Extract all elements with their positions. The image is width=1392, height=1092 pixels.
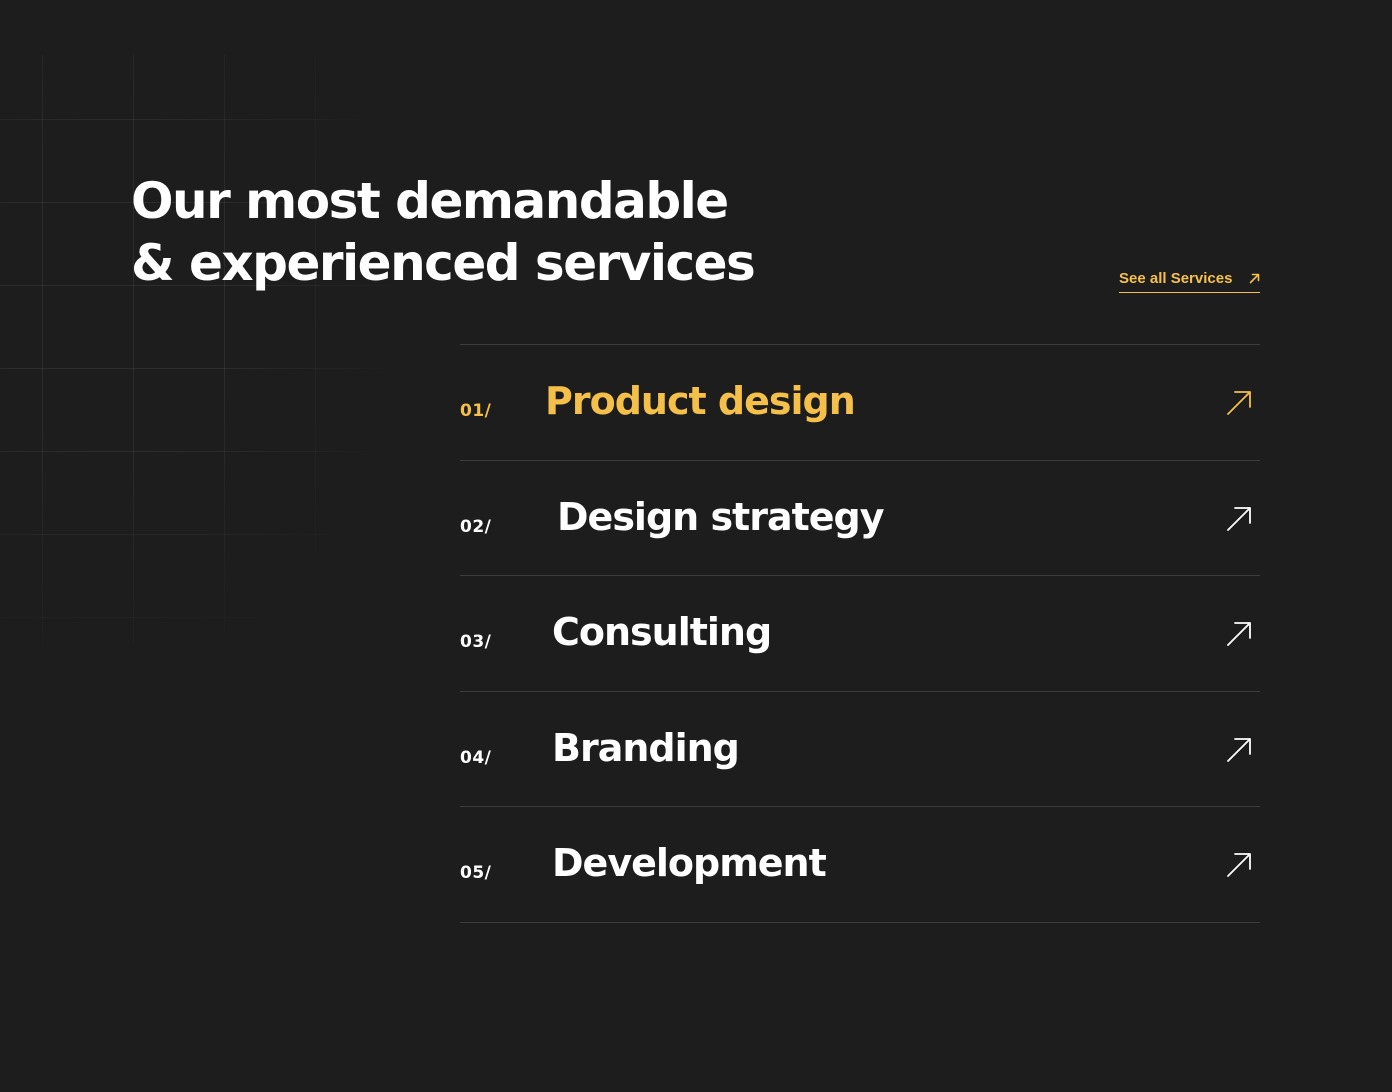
see-all-services-link[interactable]: See all Services	[1119, 270, 1260, 293]
service-title: Branding	[552, 725, 740, 770]
service-item-product-design[interactable]: 01/ Product design	[460, 345, 1260, 461]
arrow-up-right-icon[interactable]	[1226, 506, 1252, 532]
section-heading: Our most demandable & experienced servic…	[131, 170, 891, 294]
service-title: Development	[552, 841, 827, 886]
service-number: 04/	[460, 747, 492, 768]
arrow-up-right-icon[interactable]	[1226, 621, 1252, 647]
service-item-consulting[interactable]: 03/ Consulting	[460, 576, 1260, 692]
service-number: 01/	[460, 401, 492, 421]
service-title: Design strategy	[557, 494, 885, 539]
service-title: Product design	[545, 379, 856, 423]
arrow-up-right-icon[interactable]	[1226, 737, 1252, 763]
background-grid	[0, 55, 400, 645]
service-number: 05/	[460, 863, 492, 884]
service-item-development[interactable]: 05/ Development	[460, 807, 1260, 923]
arrow-up-right-icon[interactable]	[1226, 852, 1252, 878]
arrow-up-right-icon[interactable]	[1226, 390, 1252, 416]
heading-line-1: Our most demandable	[131, 172, 729, 230]
services-list: 01/ Product design 02/ Design strategy 0…	[460, 344, 1260, 923]
service-title: Consulting	[552, 610, 772, 655]
service-item-design-strategy[interactable]: 02/ Design strategy	[460, 461, 1260, 577]
service-number: 03/	[460, 632, 492, 653]
service-number: 02/	[460, 516, 492, 537]
service-item-branding[interactable]: 04/ Branding	[460, 692, 1260, 808]
arrow-up-right-icon	[1249, 270, 1260, 284]
heading-line-2: & experienced services	[131, 234, 756, 292]
see-all-label: See all Services	[1119, 270, 1233, 287]
